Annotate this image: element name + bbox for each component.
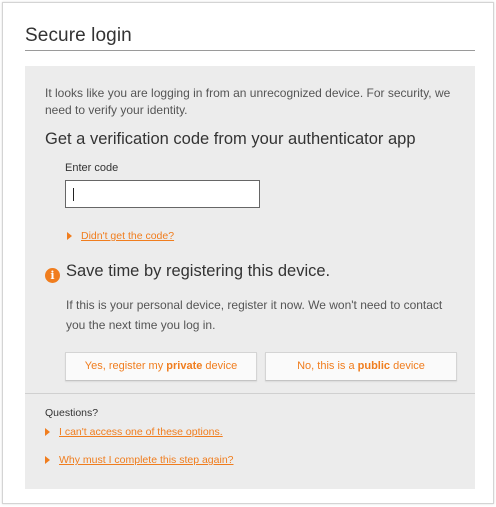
intro-text: It looks like you are logging in from an… xyxy=(45,86,451,117)
private-button-suffix: device xyxy=(202,360,238,372)
public-button-bold: public xyxy=(357,360,391,372)
private-button-prefix: Yes, register my xyxy=(84,360,167,372)
didnt-get-code-row: Didn't get the code? xyxy=(67,230,174,242)
code-input-box[interactable] xyxy=(65,180,260,208)
register-private-button[interactable]: Yes, register my private device xyxy=(65,352,257,381)
didnt-get-code-link[interactable]: Didn't get the code? xyxy=(81,230,174,242)
info-icon: i xyxy=(45,268,60,283)
register-description: If this is your personal device, registe… xyxy=(66,298,443,332)
private-button-bold: private xyxy=(166,360,203,372)
caret-right-icon xyxy=(67,232,72,240)
code-label: Enter code xyxy=(65,162,119,174)
help-link-row: Why must I complete this step again? xyxy=(45,454,234,466)
public-button-suffix: device xyxy=(390,360,425,372)
page-title: Secure login xyxy=(25,25,132,46)
verification-panel: It looks like you are logging in from an… xyxy=(25,66,475,489)
public-device-button[interactable]: No, this is a public device xyxy=(265,352,457,381)
title-divider xyxy=(25,50,475,51)
section-divider xyxy=(25,393,475,394)
caret-right-icon xyxy=(45,456,50,464)
why-complete-step-link[interactable]: Why must I complete this step again? xyxy=(59,454,234,466)
login-card: Secure login It looks like you are loggi… xyxy=(2,2,494,504)
questions-label: Questions? xyxy=(45,407,99,419)
public-button-prefix: No, this is a xyxy=(297,360,358,372)
help-link-row: I can't access one of these options. xyxy=(45,426,223,438)
caret-right-icon xyxy=(45,428,50,436)
verification-heading: Get a verification code from your authen… xyxy=(45,130,416,148)
register-heading: Save time by registering this device. xyxy=(66,262,331,280)
cant-access-options-link[interactable]: I can't access one of these options. xyxy=(59,426,223,438)
code-input[interactable] xyxy=(66,181,259,207)
